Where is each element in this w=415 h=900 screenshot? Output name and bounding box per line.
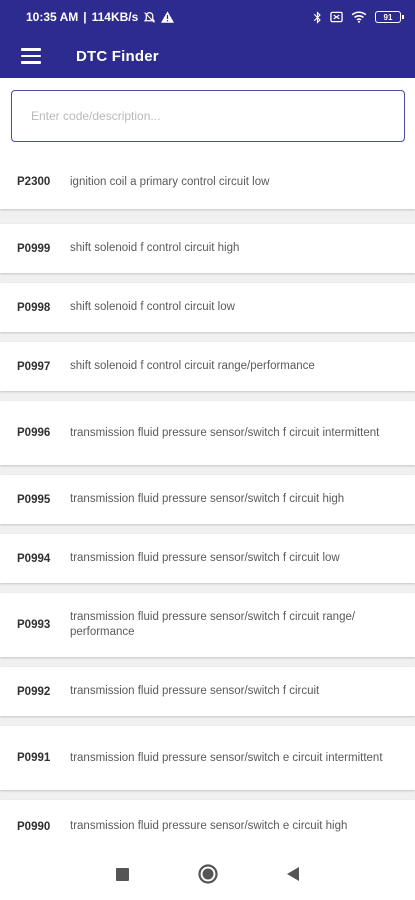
alert-triangle-icon <box>161 11 175 23</box>
list-item[interactable]: P0995 transmission fluid pressure sensor… <box>0 475 415 524</box>
menu-button[interactable] <box>3 34 59 78</box>
status-time: 10:35 AM <box>26 10 79 24</box>
list-item[interactable]: P0991 transmission fluid pressure sensor… <box>0 726 415 790</box>
list-item[interactable]: P0996 transmission fluid pressure sensor… <box>0 401 415 465</box>
home-circle-icon[interactable] <box>198 864 218 889</box>
search-box[interactable] <box>11 90 405 142</box>
status-bar: 10:35 AM | 114KB/s 91 <box>0 0 415 34</box>
list-item[interactable]: P0993 transmission fluid pressure sensor… <box>0 593 415 657</box>
home-button[interactable] <box>183 853 233 900</box>
list-item[interactable]: P0997 shift solenoid f control circuit r… <box>0 342 415 391</box>
back-triangle-icon[interactable] <box>286 867 300 886</box>
list-item[interactable]: P2300 ignition coil a primary control ci… <box>0 155 415 209</box>
dtc-description: ignition coil a primary control circuit … <box>70 175 270 188</box>
recents-button[interactable] <box>97 853 147 900</box>
back-button[interactable] <box>268 853 318 900</box>
list-item[interactable]: P0992 transmission fluid pressure sensor… <box>0 667 415 716</box>
dtc-description: transmission fluid pressure sensor/switc… <box>70 493 345 505</box>
recents-square-icon[interactable] <box>115 867 129 886</box>
app-bar: DTC Finder <box>0 34 415 78</box>
dtc-code: P0991 <box>17 752 51 764</box>
dtc-description: transmission fluid pressure sensor/switc… <box>70 751 383 764</box>
list-item[interactable]: P0998 shift solenoid f control circuit l… <box>0 283 415 332</box>
search-input[interactable] <box>12 91 404 141</box>
dtc-code: P0990 <box>17 820 51 833</box>
sim-icon <box>330 11 343 23</box>
bluetooth-icon <box>313 10 322 24</box>
dtc-code: P0999 <box>17 242 51 255</box>
dtc-code: P0993 <box>17 619 51 631</box>
page-title: DTC Finder <box>76 47 159 65</box>
battery-icon: 91 <box>375 11 404 23</box>
dtc-code-list: P2300 ignition coil a primary control ci… <box>0 155 415 853</box>
dtc-description: transmission fluid pressure sensor/switc… <box>70 552 340 564</box>
dtc-code: P0995 <box>17 493 51 506</box>
bell-off-icon <box>143 11 156 24</box>
dtc-code: P0997 <box>17 360 51 373</box>
system-nav-bar <box>0 853 415 900</box>
hamburger-menu-icon[interactable] <box>21 48 41 64</box>
dtc-code: P0994 <box>17 552 51 565</box>
dtc-code: P2300 <box>17 176 51 188</box>
wifi-icon <box>351 11 367 23</box>
dtc-code: P0998 <box>17 301 51 314</box>
battery-level: 91 <box>383 12 393 22</box>
dtc-description: transmission fluid pressure sensor/switc… <box>70 685 320 697</box>
status-separator: | <box>83 10 87 24</box>
dtc-description: transmission fluid pressure sensor/switc… <box>70 820 348 832</box>
dtc-description: transmission fluid pressure sensor/switc… <box>70 611 356 638</box>
dtc-code: P0992 <box>17 685 51 698</box>
status-speed: 114KB/s <box>91 10 139 24</box>
list-item[interactable]: P0990 transmission fluid pressure sensor… <box>0 800 415 853</box>
list-item[interactable]: P0994 transmission fluid pressure sensor… <box>0 534 415 583</box>
dtc-description: shift solenoid f control circuit low <box>70 301 235 313</box>
list-item[interactable]: P0999 shift solenoid f control circuit h… <box>0 224 415 273</box>
dtc-description: shift solenoid f control circuit high <box>70 242 240 254</box>
dtc-description: shift solenoid f control circuit range/p… <box>70 360 315 372</box>
dtc-description: transmission fluid pressure sensor/switc… <box>70 426 380 439</box>
dtc-code: P0996 <box>17 427 51 439</box>
status-right: 91 <box>313 10 404 24</box>
status-left: 10:35 AM | 114KB/s <box>26 10 175 24</box>
